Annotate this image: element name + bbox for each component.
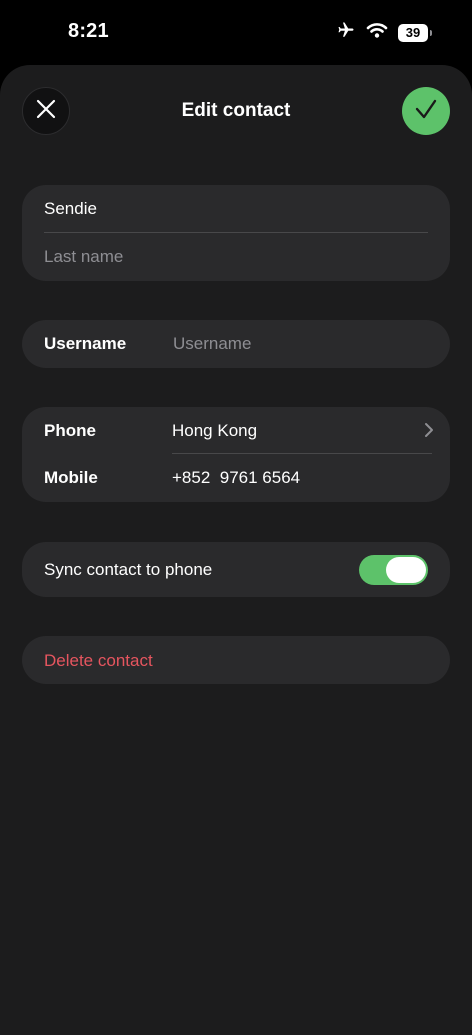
username-field[interactable] [173, 320, 423, 368]
mobile-number-value: +852 9761 6564 [172, 468, 301, 487]
mobile-label: Mobile [44, 468, 98, 487]
airplane-icon [336, 21, 356, 44]
sync-card: Sync contact to phone [22, 542, 450, 597]
first-name-field[interactable] [44, 185, 428, 232]
checkmark-icon [414, 98, 438, 125]
delete-contact-button[interactable]: Delete contact [22, 636, 450, 684]
wifi-icon [366, 22, 388, 43]
sync-toggle[interactable] [359, 555, 428, 585]
done-button[interactable] [402, 87, 450, 135]
name-card [22, 185, 450, 281]
phone-label: Phone [44, 421, 96, 440]
phone-card: Phone Hong Kong Mobile +852 9761 6564 [22, 407, 450, 502]
toggle-knob [386, 557, 426, 583]
status-bar: 8:21 39 [0, 0, 472, 64]
battery-icon: 39 [398, 23, 432, 42]
battery-level: 39 [405, 25, 421, 40]
edit-contact-sheet: Edit contact Username Phone Hong Kong [0, 65, 472, 1035]
username-label: Username [44, 334, 127, 353]
chevron-right-icon [424, 422, 434, 443]
delete-contact-label: Delete contact [44, 651, 153, 670]
status-time: 8:21 [68, 20, 109, 42]
phone-country-value: Hong Kong [172, 421, 258, 440]
phone-country-row[interactable]: Phone Hong Kong [22, 407, 450, 454]
sync-label: Sync contact to phone [44, 560, 213, 579]
last-name-field[interactable] [44, 233, 428, 280]
username-card: Username [22, 320, 450, 368]
mobile-number-row[interactable]: Mobile +852 9761 6564 [22, 454, 450, 502]
status-icons: 39 [336, 21, 432, 44]
